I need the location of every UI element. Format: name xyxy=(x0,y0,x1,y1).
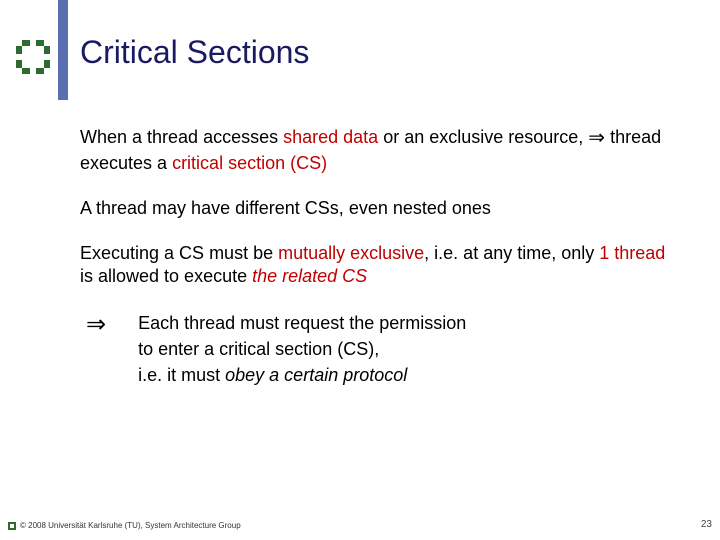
sidebar-accent xyxy=(58,0,68,100)
text-line: i.e. it must obey a certain protocol xyxy=(138,362,466,388)
text-related-cs: the related CS xyxy=(252,266,367,286)
paragraph-4: ⇒ Each thread must request the permissio… xyxy=(86,310,680,388)
text: When a thread accesses xyxy=(80,127,283,147)
implies-icon: ⇒ xyxy=(588,127,605,149)
page-number: 23 xyxy=(701,519,712,530)
slide: Critical Sections When a thread accesses… xyxy=(0,0,720,540)
slide-bullet-icon xyxy=(16,40,50,74)
footer-copyright: © 2008 Universität Karlsruhe (TU), Syste… xyxy=(8,521,241,530)
text: , i.e. at any time, only xyxy=(424,243,599,263)
paragraph-4-text: Each thread must request the permission … xyxy=(138,310,466,388)
text-mutually-exclusive: mutually exclusive xyxy=(278,243,424,263)
text-line: to enter a critical section (CS), xyxy=(138,336,466,362)
implies-icon: ⇒ xyxy=(86,310,106,388)
text: i.e. it must xyxy=(138,365,225,385)
paragraph-1: When a thread accesses shared data or an… xyxy=(80,126,680,175)
text-shared-data: shared data xyxy=(283,127,378,147)
copyright-text: © 2008 Universität Karlsruhe (TU), Syste… xyxy=(20,521,241,530)
paragraph-3: Executing a CS must be mutually exclusiv… xyxy=(80,242,680,288)
text-line: Each thread must request the permission xyxy=(138,310,466,336)
text: is allowed to execute xyxy=(80,266,252,286)
text-critical-section: critical section (CS) xyxy=(172,153,327,173)
footer-bullet-icon xyxy=(8,522,16,530)
text: Executing a CS must be xyxy=(80,243,278,263)
text-obey-protocol: obey a certain protocol xyxy=(225,365,407,385)
footer: © 2008 Universität Karlsruhe (TU), Syste… xyxy=(8,519,712,530)
slide-title: Critical Sections xyxy=(80,34,309,71)
slide-body: When a thread accesses shared data or an… xyxy=(80,126,680,388)
text-one-thread: 1 thread xyxy=(599,243,665,263)
paragraph-2: A thread may have different CSs, even ne… xyxy=(80,197,680,220)
text: or an exclusive resource, xyxy=(383,127,588,147)
